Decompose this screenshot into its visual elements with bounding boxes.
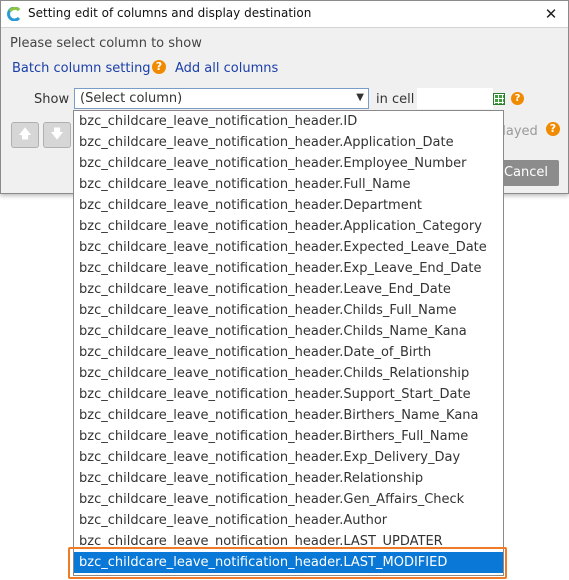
move-down-button[interactable]: 🡇: [43, 122, 71, 148]
dropdown-item[interactable]: bzc_childcare_leave_notification_header.…: [74, 132, 503, 153]
dropdown-item[interactable]: bzc_childcare_leave_notification_header.…: [74, 195, 503, 216]
dropdown-item[interactable]: bzc_childcare_leave_notification_header.…: [74, 384, 503, 405]
column-select[interactable]: (Select column) ▼: [74, 88, 369, 109]
in-cell-label: in cell: [376, 92, 415, 107]
dropdown-item[interactable]: bzc_childcare_leave_notification_header.…: [74, 321, 503, 342]
move-up-button[interactable]: 🡅: [11, 122, 39, 148]
dropdown-item[interactable]: bzc_childcare_leave_notification_header.…: [74, 174, 503, 195]
dropdown-item[interactable]: bzc_childcare_leave_notification_header.…: [74, 510, 503, 531]
dropdown-item[interactable]: bzc_childcare_leave_notification_header.…: [74, 111, 503, 132]
batch-column-setting-link[interactable]: Batch column setting: [12, 61, 151, 76]
help-icon[interactable]: ?: [511, 92, 524, 105]
instruction-text: Please select column to show: [10, 36, 202, 51]
show-label: Show: [34, 92, 70, 107]
add-all-columns-link[interactable]: Add all columns: [175, 61, 278, 76]
dropdown-item[interactable]: bzc_childcare_leave_notification_header.…: [74, 363, 503, 384]
column-dropdown-list: bzc_childcare_leave_notification_header.…: [73, 110, 504, 576]
dropdown-item[interactable]: bzc_childcare_leave_notification_header.…: [74, 468, 503, 489]
dropdown-item[interactable]: bzc_childcare_leave_notification_header.…: [74, 447, 503, 468]
app-logo-icon: [7, 7, 21, 21]
dropdown-item-selected[interactable]: bzc_childcare_leave_notification_header.…: [74, 552, 503, 573]
cell-input[interactable]: [417, 88, 493, 109]
dropdown-item[interactable]: bzc_childcare_leave_notification_header.…: [74, 531, 503, 552]
title-bar: Setting edit of columns and display dest…: [1, 1, 568, 28]
dropdown-item[interactable]: bzc_childcare_leave_notification_header.…: [74, 342, 503, 363]
dropdown-item[interactable]: bzc_childcare_leave_notification_header.…: [74, 237, 503, 258]
dropdown-item[interactable]: bzc_childcare_leave_notification_header.…: [74, 279, 503, 300]
dropdown-item[interactable]: bzc_childcare_leave_notification_header.…: [74, 405, 503, 426]
window-title: Setting edit of columns and display dest…: [28, 6, 312, 20]
dropdown-item[interactable]: bzc_childcare_leave_notification_header.…: [74, 258, 503, 279]
column-select-value: (Select column): [80, 91, 183, 106]
dropdown-item[interactable]: bzc_childcare_leave_notification_header.…: [74, 489, 503, 510]
help-icon[interactable]: ?: [152, 60, 166, 74]
dropdown-item[interactable]: bzc_childcare_leave_notification_header.…: [74, 426, 503, 447]
close-icon[interactable]: ✕: [540, 4, 562, 24]
dropdown-item[interactable]: bzc_childcare_leave_notification_header.…: [74, 153, 503, 174]
dropdown-item[interactable]: bzc_childcare_leave_notification_header.…: [74, 216, 503, 237]
dropdown-item[interactable]: bzc_childcare_leave_notification_header.…: [74, 300, 503, 321]
chevron-down-icon: ▼: [356, 92, 364, 103]
cell-picker-icon[interactable]: [493, 93, 505, 105]
help-icon[interactable]: ?: [546, 122, 560, 136]
